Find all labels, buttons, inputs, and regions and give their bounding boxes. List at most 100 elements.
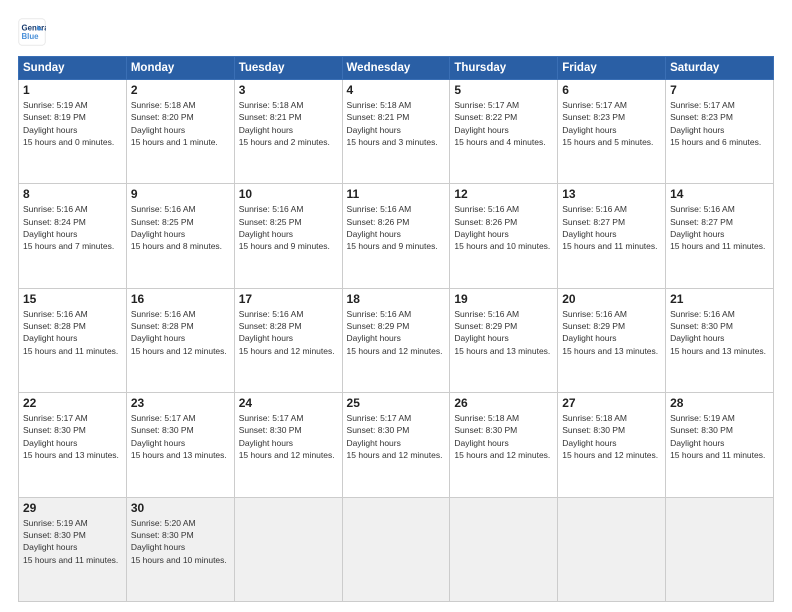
day-number: 21 <box>670 292 769 306</box>
day-info: Sunrise: 5:17 AM Sunset: 8:22 PM Dayligh… <box>454 99 553 148</box>
col-header-saturday: Saturday <box>666 57 774 80</box>
day-info: Sunrise: 5:16 AM Sunset: 8:27 PM Dayligh… <box>670 203 769 252</box>
day-info: Sunrise: 5:16 AM Sunset: 8:24 PM Dayligh… <box>23 203 122 252</box>
day-number: 13 <box>562 187 661 201</box>
day-info: Sunrise: 5:16 AM Sunset: 8:25 PM Dayligh… <box>131 203 230 252</box>
col-header-monday: Monday <box>126 57 234 80</box>
calendar-cell: 5 Sunrise: 5:17 AM Sunset: 8:22 PM Dayli… <box>450 80 558 184</box>
calendar-cell: 6 Sunrise: 5:17 AM Sunset: 8:23 PM Dayli… <box>558 80 666 184</box>
calendar-cell: 3 Sunrise: 5:18 AM Sunset: 8:21 PM Dayli… <box>234 80 342 184</box>
day-info: Sunrise: 5:16 AM Sunset: 8:30 PM Dayligh… <box>670 308 769 357</box>
day-number: 28 <box>670 396 769 410</box>
day-number: 4 <box>347 83 446 97</box>
calendar-cell <box>234 497 342 601</box>
day-info: Sunrise: 5:16 AM Sunset: 8:29 PM Dayligh… <box>562 308 661 357</box>
calendar-cell: 14 Sunrise: 5:16 AM Sunset: 8:27 PM Dayl… <box>666 184 774 288</box>
day-number: 7 <box>670 83 769 97</box>
day-info: Sunrise: 5:17 AM Sunset: 8:23 PM Dayligh… <box>670 99 769 148</box>
day-number: 26 <box>454 396 553 410</box>
day-number: 16 <box>131 292 230 306</box>
day-number: 8 <box>23 187 122 201</box>
calendar-cell: 25 Sunrise: 5:17 AM Sunset: 8:30 PM Dayl… <box>342 393 450 497</box>
col-header-wednesday: Wednesday <box>342 57 450 80</box>
day-info: Sunrise: 5:18 AM Sunset: 8:30 PM Dayligh… <box>562 412 661 461</box>
calendar-week-2: 8 Sunrise: 5:16 AM Sunset: 8:24 PM Dayli… <box>19 184 774 288</box>
day-info: Sunrise: 5:16 AM Sunset: 8:26 PM Dayligh… <box>347 203 446 252</box>
calendar-week-5: 29 Sunrise: 5:19 AM Sunset: 8:30 PM Dayl… <box>19 497 774 601</box>
day-info: Sunrise: 5:19 AM Sunset: 8:30 PM Dayligh… <box>23 517 122 566</box>
day-number: 24 <box>239 396 338 410</box>
day-number: 17 <box>239 292 338 306</box>
day-info: Sunrise: 5:17 AM Sunset: 8:30 PM Dayligh… <box>23 412 122 461</box>
col-header-sunday: Sunday <box>19 57 127 80</box>
day-info: Sunrise: 5:16 AM Sunset: 8:28 PM Dayligh… <box>239 308 338 357</box>
calendar-cell <box>450 497 558 601</box>
calendar-cell: 4 Sunrise: 5:18 AM Sunset: 8:21 PM Dayli… <box>342 80 450 184</box>
calendar-cell: 19 Sunrise: 5:16 AM Sunset: 8:29 PM Dayl… <box>450 288 558 392</box>
day-number: 5 <box>454 83 553 97</box>
calendar-cell: 22 Sunrise: 5:17 AM Sunset: 8:30 PM Dayl… <box>19 393 127 497</box>
day-number: 6 <box>562 83 661 97</box>
day-info: Sunrise: 5:16 AM Sunset: 8:29 PM Dayligh… <box>347 308 446 357</box>
calendar-cell: 15 Sunrise: 5:16 AM Sunset: 8:28 PM Dayl… <box>19 288 127 392</box>
calendar-cell: 16 Sunrise: 5:16 AM Sunset: 8:28 PM Dayl… <box>126 288 234 392</box>
day-info: Sunrise: 5:16 AM Sunset: 8:27 PM Dayligh… <box>562 203 661 252</box>
day-number: 23 <box>131 396 230 410</box>
calendar-cell: 26 Sunrise: 5:18 AM Sunset: 8:30 PM Dayl… <box>450 393 558 497</box>
day-number: 19 <box>454 292 553 306</box>
day-number: 27 <box>562 396 661 410</box>
day-info: Sunrise: 5:19 AM Sunset: 8:19 PM Dayligh… <box>23 99 122 148</box>
calendar-cell: 21 Sunrise: 5:16 AM Sunset: 8:30 PM Dayl… <box>666 288 774 392</box>
calendar-cell: 29 Sunrise: 5:19 AM Sunset: 8:30 PM Dayl… <box>19 497 127 601</box>
day-info: Sunrise: 5:17 AM Sunset: 8:23 PM Dayligh… <box>562 99 661 148</box>
page: General Blue SundayMondayTuesdayWednesda… <box>0 0 792 612</box>
calendar-cell: 24 Sunrise: 5:17 AM Sunset: 8:30 PM Dayl… <box>234 393 342 497</box>
svg-text:General: General <box>22 23 47 32</box>
calendar-cell: 7 Sunrise: 5:17 AM Sunset: 8:23 PM Dayli… <box>666 80 774 184</box>
day-info: Sunrise: 5:16 AM Sunset: 8:29 PM Dayligh… <box>454 308 553 357</box>
day-info: Sunrise: 5:18 AM Sunset: 8:21 PM Dayligh… <box>239 99 338 148</box>
calendar-cell: 13 Sunrise: 5:16 AM Sunset: 8:27 PM Dayl… <box>558 184 666 288</box>
day-number: 1 <box>23 83 122 97</box>
day-number: 25 <box>347 396 446 410</box>
day-info: Sunrise: 5:16 AM Sunset: 8:25 PM Dayligh… <box>239 203 338 252</box>
calendar-cell: 8 Sunrise: 5:16 AM Sunset: 8:24 PM Dayli… <box>19 184 127 288</box>
calendar-week-4: 22 Sunrise: 5:17 AM Sunset: 8:30 PM Dayl… <box>19 393 774 497</box>
calendar-cell: 9 Sunrise: 5:16 AM Sunset: 8:25 PM Dayli… <box>126 184 234 288</box>
day-number: 2 <box>131 83 230 97</box>
calendar-cell: 1 Sunrise: 5:19 AM Sunset: 8:19 PM Dayli… <box>19 80 127 184</box>
day-info: Sunrise: 5:18 AM Sunset: 8:20 PM Dayligh… <box>131 99 230 148</box>
day-number: 14 <box>670 187 769 201</box>
day-info: Sunrise: 5:19 AM Sunset: 8:30 PM Dayligh… <box>670 412 769 461</box>
calendar-cell: 17 Sunrise: 5:16 AM Sunset: 8:28 PM Dayl… <box>234 288 342 392</box>
calendar-cell: 28 Sunrise: 5:19 AM Sunset: 8:30 PM Dayl… <box>666 393 774 497</box>
day-number: 30 <box>131 501 230 515</box>
calendar-cell <box>666 497 774 601</box>
day-info: Sunrise: 5:17 AM Sunset: 8:30 PM Dayligh… <box>239 412 338 461</box>
col-header-friday: Friday <box>558 57 666 80</box>
svg-text:Blue: Blue <box>22 32 40 41</box>
col-header-thursday: Thursday <box>450 57 558 80</box>
day-number: 29 <box>23 501 122 515</box>
day-info: Sunrise: 5:16 AM Sunset: 8:28 PM Dayligh… <box>23 308 122 357</box>
day-number: 11 <box>347 187 446 201</box>
day-number: 10 <box>239 187 338 201</box>
day-info: Sunrise: 5:16 AM Sunset: 8:26 PM Dayligh… <box>454 203 553 252</box>
logo: General Blue <box>18 18 46 46</box>
day-info: Sunrise: 5:17 AM Sunset: 8:30 PM Dayligh… <box>347 412 446 461</box>
day-number: 9 <box>131 187 230 201</box>
calendar-cell: 30 Sunrise: 5:20 AM Sunset: 8:30 PM Dayl… <box>126 497 234 601</box>
calendar-cell: 10 Sunrise: 5:16 AM Sunset: 8:25 PM Dayl… <box>234 184 342 288</box>
day-number: 22 <box>23 396 122 410</box>
calendar-cell: 11 Sunrise: 5:16 AM Sunset: 8:26 PM Dayl… <box>342 184 450 288</box>
day-number: 12 <box>454 187 553 201</box>
calendar-cell: 12 Sunrise: 5:16 AM Sunset: 8:26 PM Dayl… <box>450 184 558 288</box>
calendar-table: SundayMondayTuesdayWednesdayThursdayFrid… <box>18 56 774 602</box>
day-number: 20 <box>562 292 661 306</box>
day-info: Sunrise: 5:17 AM Sunset: 8:30 PM Dayligh… <box>131 412 230 461</box>
calendar-cell <box>342 497 450 601</box>
day-info: Sunrise: 5:18 AM Sunset: 8:21 PM Dayligh… <box>347 99 446 148</box>
calendar-week-1: 1 Sunrise: 5:19 AM Sunset: 8:19 PM Dayli… <box>19 80 774 184</box>
calendar-cell: 20 Sunrise: 5:16 AM Sunset: 8:29 PM Dayl… <box>558 288 666 392</box>
day-number: 18 <box>347 292 446 306</box>
